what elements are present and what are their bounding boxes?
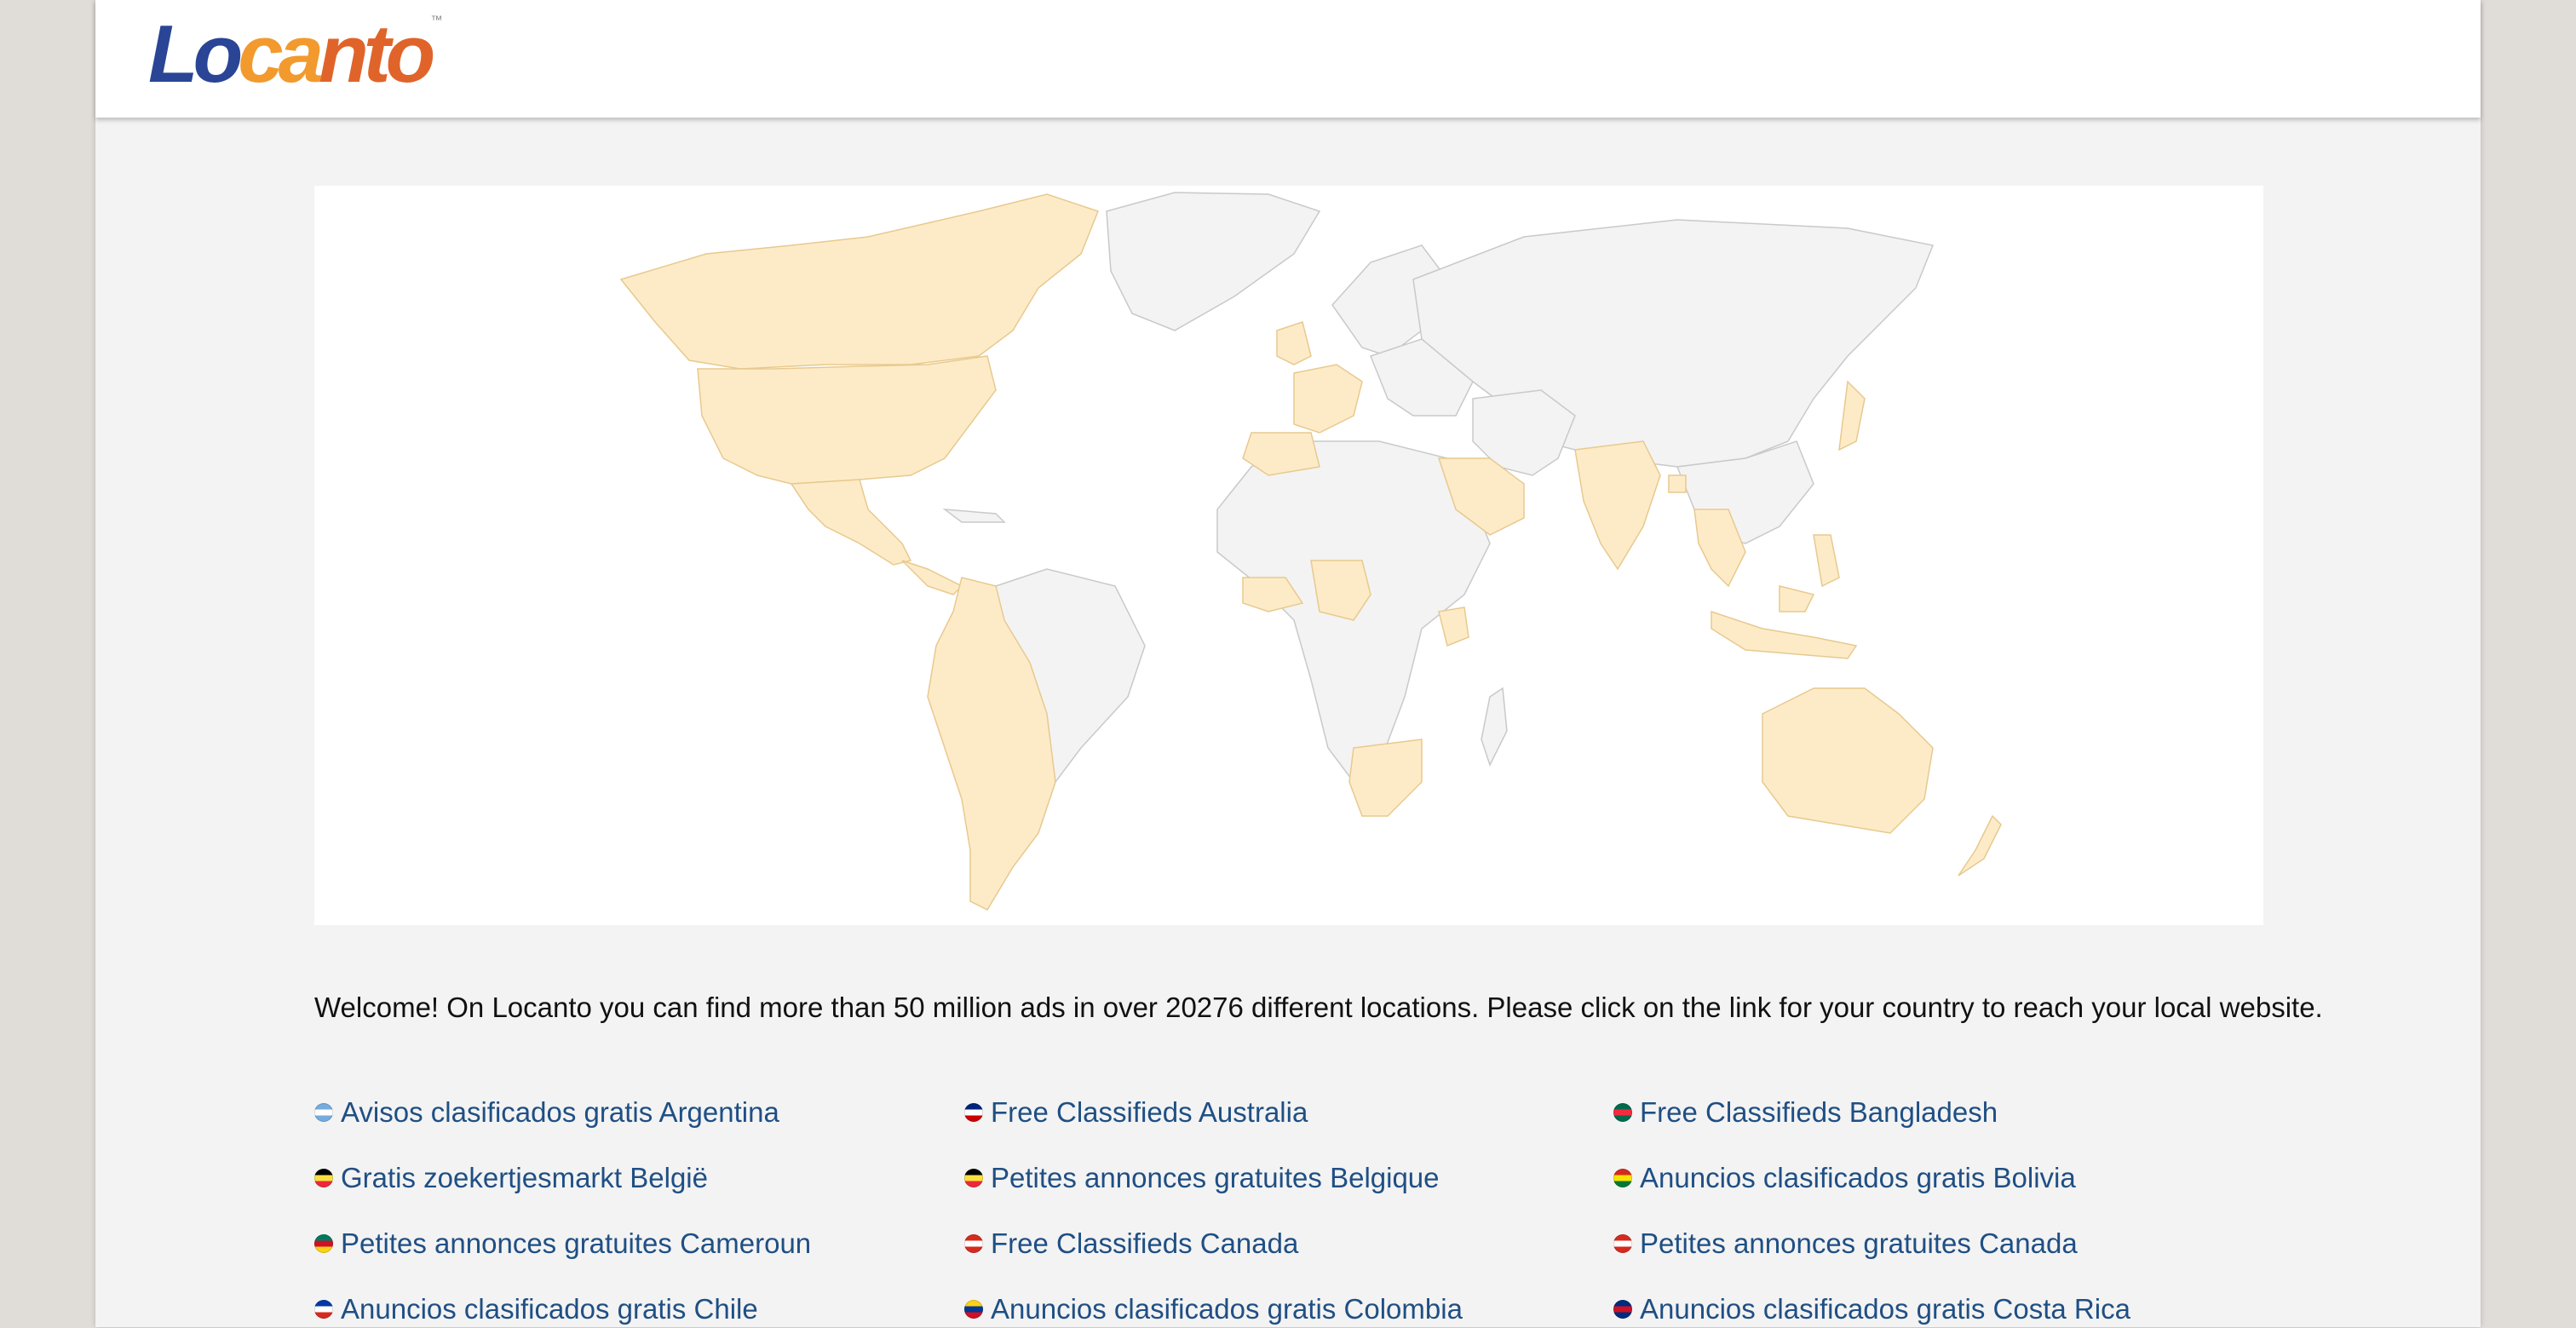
country-link[interactable]: Free Classifieds Bangladesh (1613, 1094, 1998, 1131)
canada-flag-icon (964, 1234, 983, 1253)
country-link-label: Free Classifieds Bangladesh (1640, 1096, 1998, 1128)
locanto-logo[interactable]: Locanto™ (148, 14, 442, 95)
world-map-svg (619, 192, 2002, 911)
bolivia-flag-icon (1613, 1169, 1632, 1187)
country-link-label: Anuncios clasificados gratis Colombia (991, 1293, 1463, 1325)
country-link-label: Free Classifieds Canada (991, 1227, 1299, 1259)
country-link[interactable]: Free Classifieds Canada (964, 1225, 1298, 1262)
chile-flag-icon (314, 1300, 333, 1319)
country-link-label: Petites annonces gratuites Canada (1640, 1227, 2078, 1259)
colombia-flag-icon (964, 1300, 983, 1319)
costa-rica-flag-icon (1613, 1300, 1632, 1319)
country-link[interactable]: Anuncios clasificados gratis Chile (314, 1291, 758, 1328)
logo-part-1: Lo (148, 9, 243, 100)
map-land-grey (942, 192, 1935, 784)
welcome-text: Welcome! On Locanto you can find more th… (314, 992, 2323, 1023)
country-link-label: Petites annonces gratuites Belgique (991, 1162, 1440, 1193)
country-link-label: Avisos clasificados gratis Argentina (341, 1096, 779, 1128)
belgium-flag-icon (314, 1169, 333, 1187)
logo-part-3: nto (319, 9, 435, 100)
country-link[interactable]: Anuncios clasificados gratis Costa Rica (1613, 1291, 2130, 1328)
country-link-label: Anuncios clasificados gratis Bolivia (1640, 1162, 2076, 1193)
country-link[interactable]: Avisos clasificados gratis Argentina (314, 1094, 779, 1131)
australia-flag-icon (964, 1103, 983, 1122)
logo-part-2: ca (238, 9, 324, 100)
cameroon-flag-icon (314, 1234, 333, 1253)
argentina-flag-icon (314, 1103, 333, 1122)
logo-trademark: ™ (430, 13, 443, 26)
country-link-label: Petites annonces gratuites Cameroun (341, 1227, 812, 1259)
country-link[interactable]: Petites annonces gratuites Belgique (964, 1159, 1440, 1197)
country-link[interactable]: Anuncios clasificados gratis Bolivia (1613, 1159, 2076, 1197)
country-link-label: Free Classifieds Australia (991, 1096, 1308, 1128)
country-link[interactable]: Petites annonces gratuites Cameroun (314, 1225, 811, 1262)
country-link[interactable]: Petites annonces gratuites Canada (1613, 1225, 2078, 1262)
belgium-flag-icon (964, 1169, 983, 1187)
country-link-label: Anuncios clasificados gratis Chile (341, 1293, 758, 1325)
world-map[interactable] (314, 186, 2263, 925)
bangladesh-flag-icon (1613, 1103, 1632, 1122)
country-link-label: Gratis zoekertjesmarkt België (341, 1162, 708, 1193)
country-link[interactable]: Free Classifieds Australia (964, 1094, 1308, 1131)
country-link[interactable]: Anuncios clasificados gratis Colombia (964, 1291, 1463, 1328)
page-container: Locanto™ Welcome! On Locanto you can fin… (95, 0, 2481, 1327)
country-link-label: Anuncios clasificados gratis Costa Rica (1640, 1293, 2130, 1325)
canada-flag-icon (1613, 1234, 1632, 1253)
site-header: Locanto™ (95, 0, 2481, 118)
country-link[interactable]: Gratis zoekertjesmarkt België (314, 1159, 708, 1197)
